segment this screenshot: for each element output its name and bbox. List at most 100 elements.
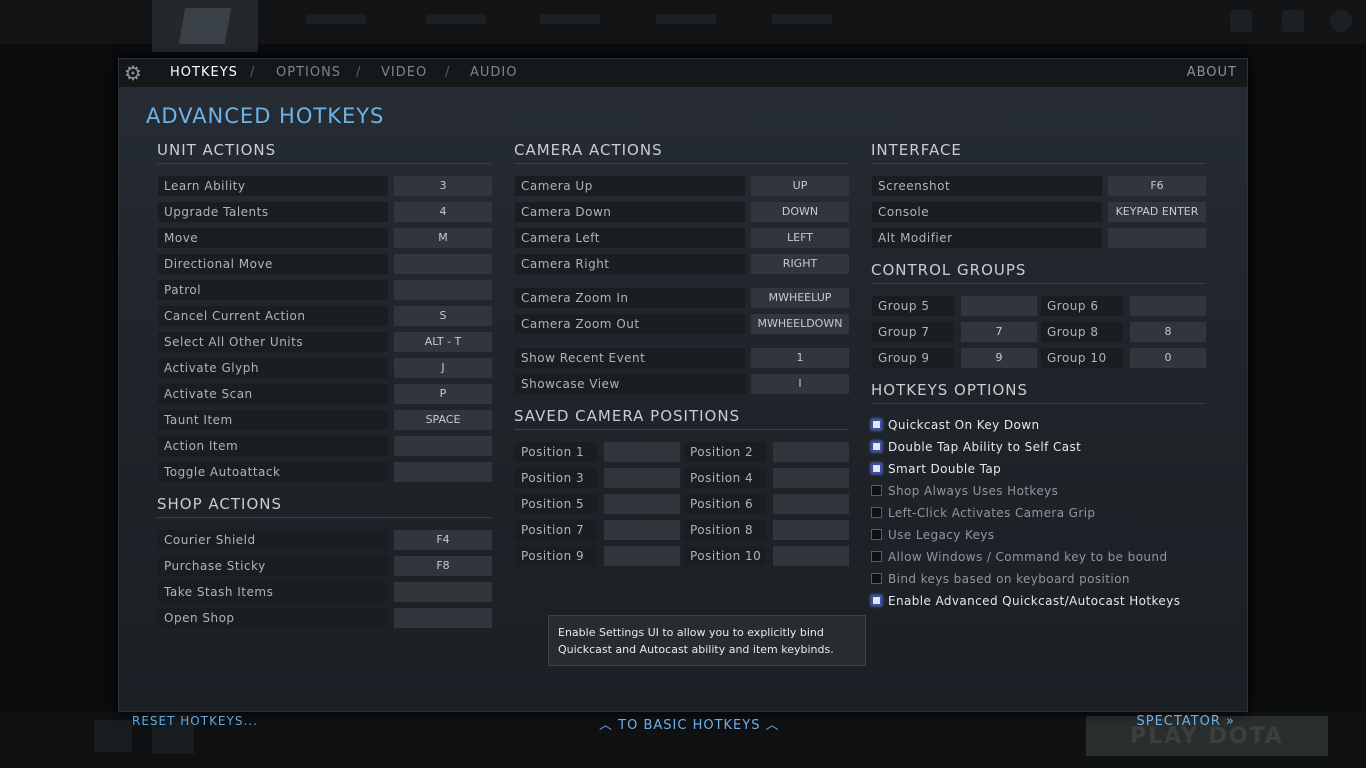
control-group-label: Group 10 — [1041, 348, 1123, 368]
camera-action-keybind[interactable]: LEFT — [751, 228, 849, 248]
unit-action-keybind[interactable] — [394, 462, 492, 482]
option-checkbox[interactable] — [871, 419, 882, 430]
camera-action-keybind[interactable]: RIGHT — [751, 254, 849, 274]
interface-action-keybind[interactable]: KEYPAD ENTER — [1108, 202, 1206, 222]
background-nav-item — [772, 14, 832, 24]
option-checkbox[interactable] — [871, 485, 882, 496]
shop-action-label: Open Shop — [158, 608, 388, 628]
unit-action-keybind[interactable]: S — [394, 306, 492, 326]
unit-action-label: Move — [158, 228, 388, 248]
interface-action-label: Alt Modifier — [872, 228, 1102, 248]
shop-actions-heading: SHOP ACTIONS — [157, 495, 491, 518]
tab-separator: / — [445, 65, 450, 80]
shop-action-label: Purchase Sticky — [158, 556, 388, 576]
about-link[interactable]: ABOUT — [1187, 65, 1237, 80]
saved-camera-position-label: Position 9 — [515, 546, 597, 566]
unit-action-keybind[interactable]: M — [394, 228, 492, 248]
saved-camera-position-keybind[interactable] — [604, 494, 680, 514]
to-basic-hotkeys-button[interactable]: ︿ TO BASIC HOTKEYS ︿ — [599, 714, 780, 733]
shop-action-keybind[interactable]: F4 — [394, 530, 492, 550]
unit-action-keybind[interactable]: 3 — [394, 176, 492, 196]
saved-camera-position-label: Position 7 — [515, 520, 597, 540]
spectator-button[interactable]: SPECTATOR » — [1136, 714, 1235, 729]
shop-action-label: Take Stash Items — [158, 582, 388, 602]
option-checkbox[interactable] — [871, 551, 882, 562]
option-checkbox[interactable] — [871, 507, 882, 518]
saved-camera-position-keybind[interactable] — [604, 546, 680, 566]
camera-action-keybind[interactable]: UP — [751, 176, 849, 196]
saved-camera-position-keybind[interactable] — [773, 546, 849, 566]
settings-dialog: ⚙ HOTKEYS / OPTIONS / VIDEO / AUDIO ABOU… — [118, 58, 1248, 733]
unit-action-keybind[interactable] — [394, 280, 492, 300]
camera-action-label: Showcase View — [515, 374, 745, 394]
interface-heading: INTERFACE — [871, 141, 1205, 164]
unit-action-label: Toggle Autoattack — [158, 462, 388, 482]
saved-camera-position-keybind[interactable] — [604, 442, 680, 462]
camera-action-keybind[interactable]: I — [751, 374, 849, 394]
camera-action-keybind[interactable]: DOWN — [751, 202, 849, 222]
unit-action-label: Learn Ability — [158, 176, 388, 196]
unit-action-keybind[interactable]: J — [394, 358, 492, 378]
camera-action-label: Camera Zoom Out — [515, 314, 745, 334]
unit-action-keybind[interactable]: 4 — [394, 202, 492, 222]
camera-action-keybind[interactable]: MWHEELUP — [751, 288, 849, 308]
tooltip: Enable Settings UI to allow you to expli… — [548, 615, 866, 666]
saved-camera-position-keybind[interactable] — [773, 520, 849, 540]
gear-icon[interactable]: ⚙ — [122, 62, 144, 84]
camera-action-label: Camera Up — [515, 176, 745, 196]
chevron-up-icon: ︿ — [599, 718, 614, 733]
saved-camera-position-keybind[interactable] — [604, 468, 680, 488]
control-group-keybind[interactable]: 9 — [961, 348, 1037, 368]
spectator-label: SPECTATOR — [1136, 714, 1221, 729]
control-group-keybind[interactable] — [1130, 296, 1206, 316]
saved-camera-position-keybind[interactable] — [773, 442, 849, 462]
shop-action-keybind[interactable] — [394, 608, 492, 628]
background-icon — [1230, 10, 1252, 32]
option-checkbox[interactable] — [871, 573, 882, 584]
option-checkbox[interactable] — [871, 441, 882, 452]
unit-action-keybind[interactable] — [394, 254, 492, 274]
unit-action-keybind[interactable]: SPACE — [394, 410, 492, 430]
background-hero-portrait — [152, 0, 258, 52]
tab-hotkeys[interactable]: HOTKEYS — [170, 65, 238, 80]
saved-camera-position-keybind[interactable] — [604, 520, 680, 540]
hotkeys-options-heading: HOTKEYS OPTIONS — [871, 381, 1205, 404]
control-group-keybind[interactable]: 0 — [1130, 348, 1206, 368]
shop-action-keybind[interactable] — [394, 582, 492, 602]
option-label: Quickcast On Key Down — [888, 418, 1040, 432]
interface-action-keybind[interactable] — [1108, 228, 1206, 248]
option-checkbox[interactable] — [871, 463, 882, 474]
reset-hotkeys-button[interactable]: RESET HOTKEYS... — [132, 714, 258, 728]
unit-action-keybind[interactable]: P — [394, 384, 492, 404]
control-group-keybind[interactable] — [961, 296, 1037, 316]
saved-camera-position-keybind[interactable] — [773, 494, 849, 514]
saved-camera-position-keybind[interactable] — [773, 468, 849, 488]
camera-action-keybind[interactable]: 1 — [751, 348, 849, 368]
page-title: ADVANCED HOTKEYS — [146, 104, 385, 128]
camera-action-label: Show Recent Event — [515, 348, 745, 368]
background-icon — [1282, 10, 1304, 32]
tab-separator: / — [356, 65, 361, 80]
saved-camera-positions-heading: SAVED CAMERA POSITIONS — [514, 407, 848, 430]
option-checkbox[interactable] — [871, 595, 882, 606]
option-checkbox[interactable] — [871, 529, 882, 540]
control-group-label: Group 8 — [1041, 322, 1123, 342]
shop-action-keybind[interactable]: F8 — [394, 556, 492, 576]
camera-action-label: Camera Right — [515, 254, 745, 274]
option-label: Use Legacy Keys — [888, 528, 995, 542]
unit-action-keybind[interactable]: ALT - T — [394, 332, 492, 352]
camera-action-keybind[interactable]: MWHEELDOWN — [751, 314, 849, 334]
unit-action-label: Patrol — [158, 280, 388, 300]
interface-action-label: Console — [872, 202, 1102, 222]
tab-video[interactable]: VIDEO — [381, 65, 427, 80]
control-group-keybind[interactable]: 7 — [961, 322, 1037, 342]
saved-camera-position-label: Position 3 — [515, 468, 597, 488]
tab-options[interactable]: OPTIONS — [276, 65, 341, 80]
unit-action-keybind[interactable] — [394, 436, 492, 456]
camera-action-label: Camera Down — [515, 202, 745, 222]
option-label: Shop Always Uses Hotkeys — [888, 484, 1059, 498]
interface-action-keybind[interactable]: F6 — [1108, 176, 1206, 196]
saved-camera-position-label: Position 6 — [684, 494, 766, 514]
tab-audio[interactable]: AUDIO — [470, 65, 518, 80]
control-group-keybind[interactable]: 8 — [1130, 322, 1206, 342]
